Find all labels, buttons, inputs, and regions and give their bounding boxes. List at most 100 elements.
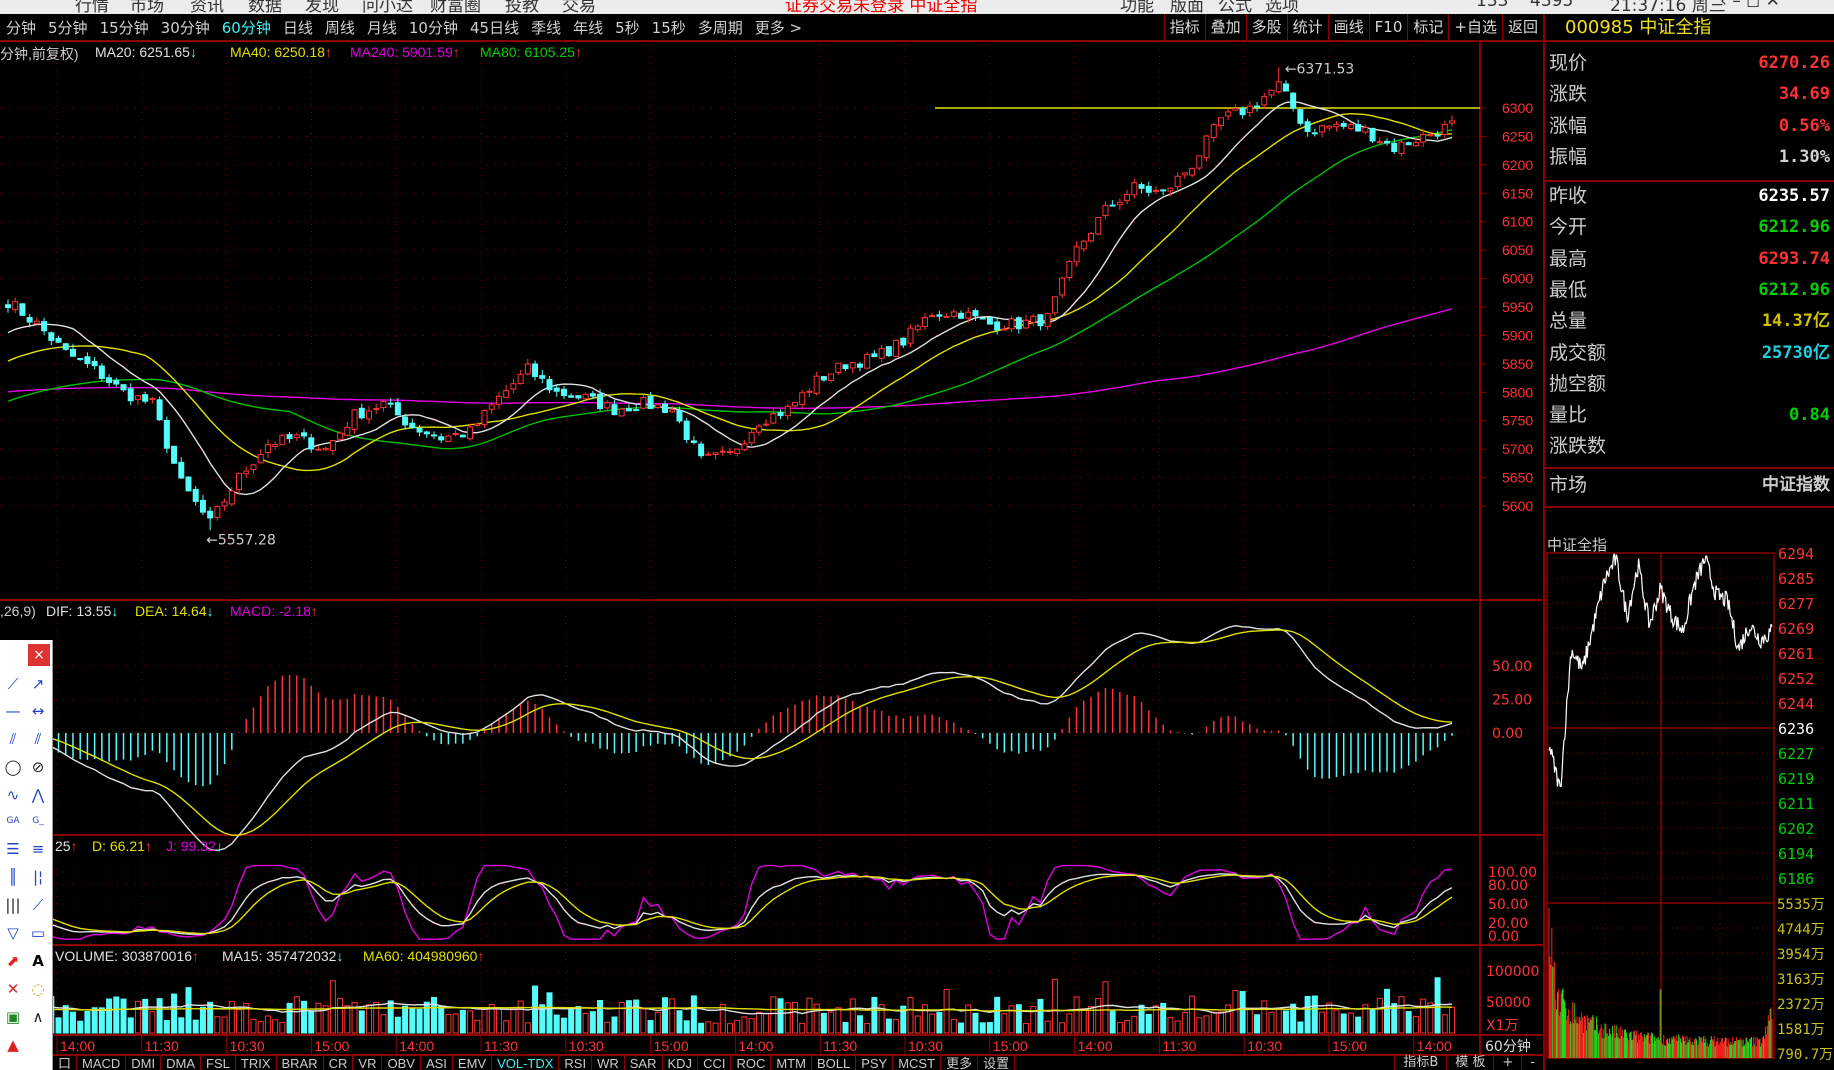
period-tab[interactable]: 更多 > [749,17,808,38]
indicator-tab[interactable]: KDJ [663,1056,699,1070]
bottom-button[interactable]: - [1521,1055,1543,1070]
candle-body[interactable] [806,390,813,393]
candle-body[interactable] [791,401,798,407]
toolbar-button[interactable]: 叠加 [1204,14,1246,40]
toolbar-button[interactable]: 统计 [1286,14,1328,40]
candle-body[interactable] [539,375,546,379]
candle-body[interactable] [835,362,842,374]
candle-body[interactable] [958,312,965,319]
candle-body[interactable] [864,353,871,369]
traffic-arrows-icon[interactable]: ▲ [2,1034,24,1056]
candle-body[interactable] [1239,108,1246,116]
indicator-tab[interactable]: VOL-TDX [492,1056,560,1070]
candle-body[interactable] [1217,117,1224,127]
candle-body[interactable] [1225,111,1232,117]
candle-body[interactable] [532,363,539,378]
candle-body[interactable] [12,301,19,311]
candle-body[interactable] [98,365,105,379]
candle-body[interactable] [943,315,950,318]
candle-body[interactable] [452,433,459,436]
candle-body[interactable] [842,364,849,370]
candle-body[interactable] [1412,142,1419,147]
candle-body[interactable] [1030,315,1037,323]
line-segment-icon[interactable]: ⟋ [2,673,24,695]
toolbar-button[interactable]: 画线 [1327,14,1369,40]
candle-body[interactable] [907,327,914,344]
indicator-tab[interactable]: FSL [201,1056,236,1070]
period-tab[interactable]: 分钟 [0,17,42,38]
candle-body[interactable] [1326,125,1333,129]
candle-body[interactable] [293,434,300,439]
candle-body[interactable] [423,431,430,435]
candle-body[interactable] [430,434,437,437]
candle-body[interactable] [777,412,784,417]
candle-body[interactable] [1210,124,1217,139]
indicator-tab[interactable]: BRAR [277,1056,324,1070]
candle-body[interactable] [373,407,380,410]
period-tab[interactable]: 月线 [361,17,403,38]
indicator-tab[interactable]: MTM [771,1056,812,1070]
candle-body[interactable] [1441,123,1448,136]
bottom-button[interactable]: 模 板 [1446,1055,1493,1070]
candle-body[interactable] [243,470,250,475]
candle-body[interactable] [524,363,531,375]
period-tab[interactable]: 周线 [319,17,361,38]
candle-body[interactable] [474,423,481,426]
candle-body[interactable] [156,399,163,421]
candle-body[interactable] [1427,133,1434,137]
candle-body[interactable] [55,337,62,343]
candle-body[interactable] [1145,185,1152,193]
indicator-tab[interactable]: MCST [893,1056,942,1070]
candle-body[interactable] [481,410,488,425]
candle-body[interactable] [669,409,676,413]
candle-body[interactable] [445,435,452,442]
kline-chart-area[interactable]: 14:00 11:30 10:30 15:00 14:00 11:30 10:30 15:00… [0,0,1543,1055]
candle-body[interactable] [1174,175,1181,188]
candle-body[interactable] [185,476,192,492]
candle-body[interactable] [662,403,669,413]
candle-body[interactable] [91,360,98,367]
candle-body[interactable] [618,408,625,417]
indicator-tab[interactable]: DMI [126,1056,162,1070]
candle-body[interactable] [337,432,344,440]
toolbar-button[interactable]: +自选 [1448,14,1502,40]
candle-body[interactable] [84,356,91,365]
candle-body[interactable] [734,448,741,454]
candle-body[interactable] [719,450,726,453]
candle-body[interactable] [221,501,228,507]
candle-body[interactable] [236,472,243,491]
candle-body[interactable] [503,390,510,398]
zigzag-icon[interactable]: ⋀ [27,784,49,806]
candle-body[interactable] [1001,328,1008,331]
marker-icon[interactable]: ◌ [27,978,49,1000]
candle-body[interactable] [1268,89,1275,96]
candle-body[interactable] [127,388,134,402]
candle-body[interactable] [972,310,979,317]
candle-body[interactable] [1362,127,1369,133]
candle-body[interactable] [1073,246,1080,263]
candle-body[interactable] [1282,83,1289,92]
candle-body[interactable] [546,379,553,391]
candle-body[interactable] [344,426,351,436]
candle-body[interactable] [199,499,206,513]
candle-body[interactable] [517,373,524,385]
arc-icon[interactable]: ∧ [27,1006,49,1028]
candle-body[interactable] [748,431,755,444]
candle-body[interactable] [755,425,762,433]
period-lines-icon[interactable]: ║ [2,866,24,888]
candle-body[interactable] [1319,125,1326,133]
candle-body[interactable] [41,321,48,332]
candle-body[interactable] [633,409,640,412]
candle-body[interactable] [914,325,921,331]
candle-body[interactable] [1051,296,1058,314]
candle-body[interactable] [329,440,336,451]
candle-body[interactable] [1369,127,1376,142]
candle-body[interactable] [272,444,279,448]
candle-body[interactable] [1116,201,1123,206]
candle-body[interactable] [1311,132,1318,135]
candle-body[interactable] [279,434,286,446]
candle-body[interactable] [965,311,972,319]
candle-body[interactable] [568,395,575,398]
candle-body[interactable] [1333,123,1340,128]
fibonacci-fan-icon[interactable]: ≡ [27,838,49,860]
